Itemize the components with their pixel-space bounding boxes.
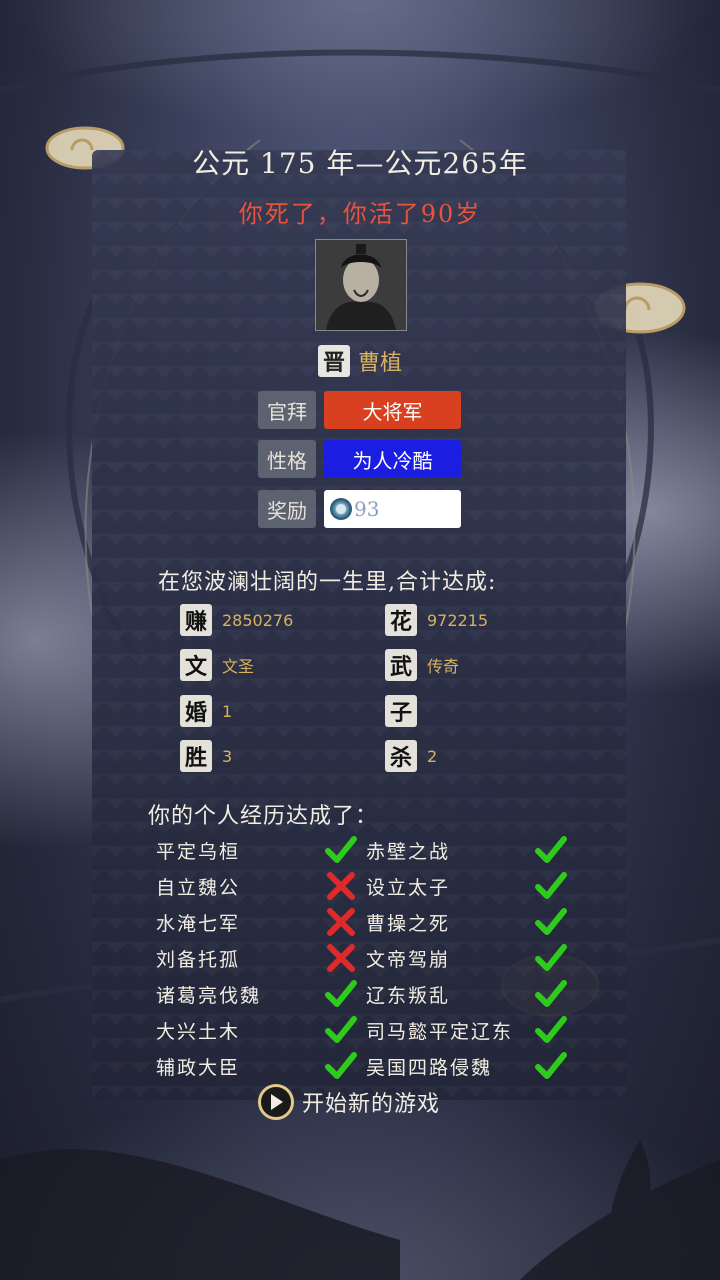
victory-icon: 胜 — [180, 740, 212, 772]
achievement-name: 司马懿平定辽东 — [366, 1021, 514, 1043]
achievement-name: 大兴土木 — [156, 1021, 241, 1043]
cross-icon — [325, 907, 357, 937]
achievement-name: 自立魏公 — [156, 877, 241, 899]
literary-icon: 文 — [180, 649, 212, 681]
kill-icon: 杀 — [385, 740, 417, 772]
portrait-figure-icon — [316, 240, 406, 330]
cross-icon — [325, 943, 357, 973]
character-portrait — [315, 239, 407, 331]
check-icon — [325, 1051, 357, 1081]
stat-earned: 赚 2850276 — [180, 604, 293, 636]
achievement-name: 辅政大臣 — [156, 1057, 241, 1079]
coin-icon — [330, 498, 352, 520]
spend-icon: 花 — [385, 604, 417, 636]
stat-value: 2 — [427, 746, 438, 766]
new-game-label: 开始新的游戏 — [302, 1092, 441, 1117]
achievement-name: 水淹七军 — [156, 913, 241, 935]
reward-value-box: 93 — [324, 490, 461, 528]
stat-children: 子 — [385, 695, 427, 727]
achievement-name: 吴国四路侵魏 — [366, 1057, 493, 1079]
stat-martial: 武 传奇 — [385, 649, 459, 681]
stat-value: 2850276 — [222, 610, 294, 630]
check-icon — [325, 979, 357, 1009]
martial-icon: 武 — [385, 649, 417, 681]
achievement-name: 刘备托孤 — [156, 949, 241, 971]
children-icon: 子 — [385, 695, 417, 727]
check-icon — [535, 943, 567, 973]
stat-value: 3 — [222, 746, 233, 766]
reward-value: 93 — [354, 497, 380, 521]
stat-victories: 胜 3 — [180, 740, 232, 772]
marriage-icon: 婚 — [180, 695, 212, 727]
check-icon — [535, 1015, 567, 1045]
experience-heading: 你的个人经历达成了： — [148, 804, 379, 829]
cross-icon — [325, 871, 357, 901]
year-range-title: 公元 175 年—公元265年 — [192, 147, 528, 180]
achievement-name: 诸葛亮伐魏 — [156, 985, 262, 1007]
kingdom-badge: 晋 — [318, 345, 350, 377]
personality-value: 为人冷酷 — [324, 440, 461, 478]
reward-label: 奖励 — [258, 490, 316, 528]
info-row-reward: 奖励 93 — [258, 490, 461, 528]
check-icon — [535, 907, 567, 937]
achievement-name: 平定乌桓 — [156, 841, 241, 863]
stat-value: 972215 — [427, 610, 489, 630]
death-age-text: 你死了，你活了90岁 — [238, 200, 482, 228]
play-icon — [258, 1084, 294, 1120]
achievement-name: 设立太子 — [366, 877, 451, 899]
stat-spent: 花 972215 — [385, 604, 488, 636]
character-name: 曹植 — [358, 351, 403, 376]
info-row-rank: 官拜 大将军 — [258, 391, 461, 429]
check-icon — [535, 835, 567, 865]
achievement-name: 赤壁之战 — [366, 841, 451, 863]
stat-marriage: 婚 1 — [180, 695, 232, 727]
stat-literary: 文 文圣 — [180, 649, 254, 681]
achievement-name: 文帝驾崩 — [366, 949, 451, 971]
rank-value: 大将军 — [324, 391, 461, 429]
summary-heading: 在您波澜壮阔的一生里,合计达成: — [158, 570, 497, 595]
rank-label: 官拜 — [258, 391, 316, 429]
new-game-button[interactable]: 开始新的游戏 — [258, 1084, 440, 1120]
check-icon — [325, 1015, 357, 1045]
info-row-personality: 性格 为人冷酷 — [258, 440, 461, 478]
personality-label: 性格 — [258, 440, 316, 478]
earn-icon: 赚 — [180, 604, 212, 636]
achievement-name: 曹操之死 — [366, 913, 451, 935]
check-icon — [535, 871, 567, 901]
achievement-name: 辽东叛乱 — [366, 985, 451, 1007]
check-icon — [535, 979, 567, 1009]
check-icon — [325, 835, 357, 865]
stat-kills: 杀 2 — [385, 740, 437, 772]
character-name-row: 晋 曹植 — [318, 345, 402, 377]
stat-value: 文圣 — [222, 657, 255, 676]
stat-value: 1 — [222, 701, 233, 721]
check-icon — [535, 1051, 567, 1081]
stat-value: 传奇 — [427, 657, 460, 676]
